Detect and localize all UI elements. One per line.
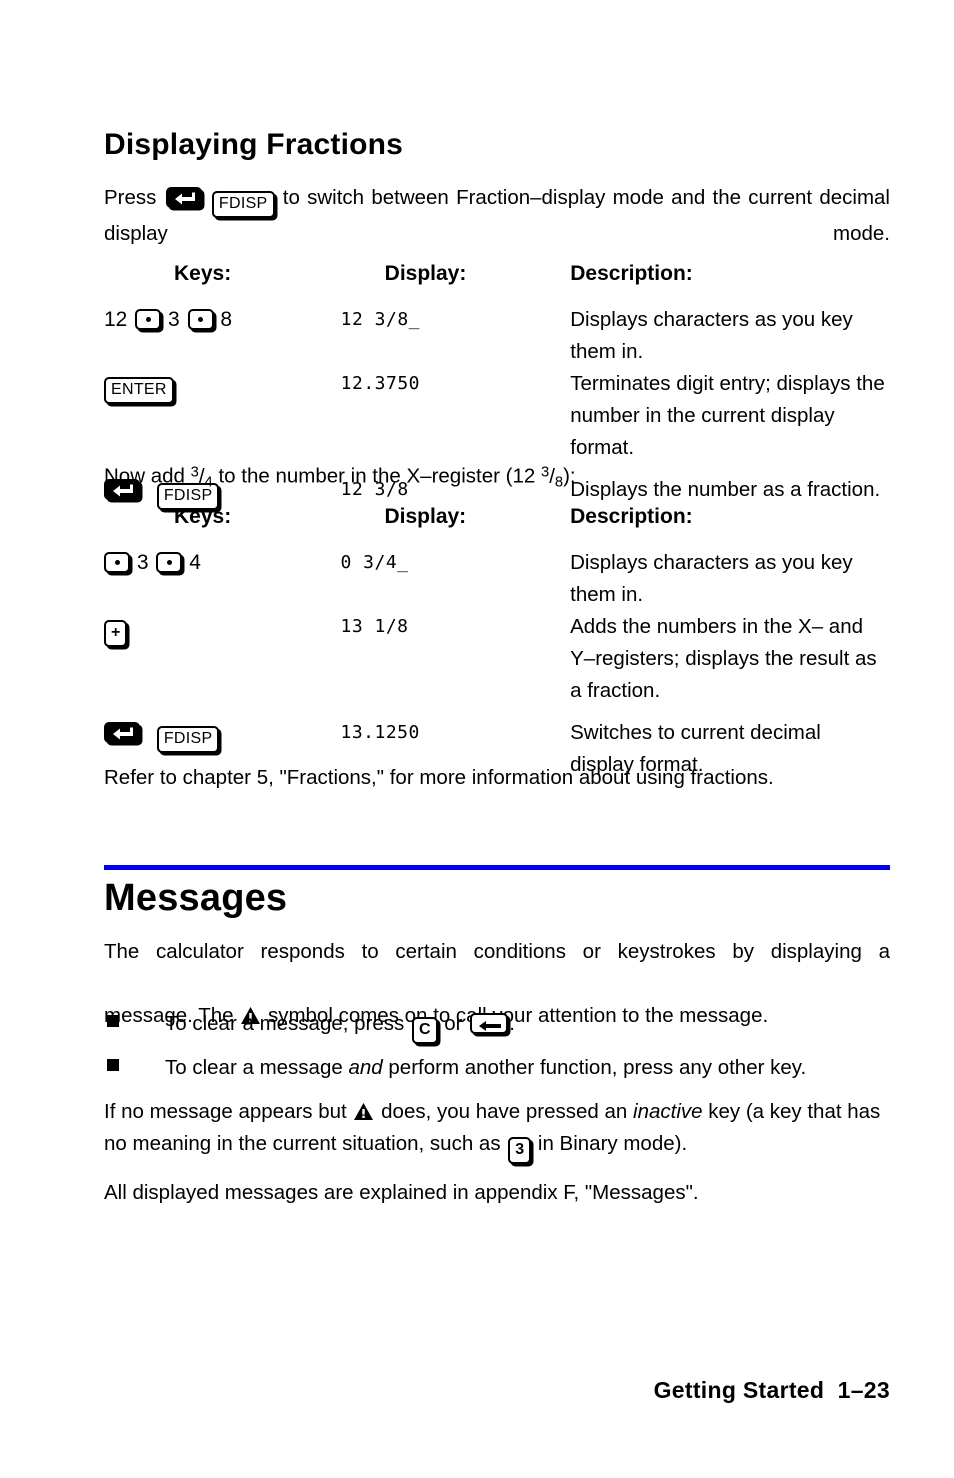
bullet2-emphasis: and <box>348 1056 383 1079</box>
column-header-keys: Keys: <box>174 505 232 528</box>
column-header-description: Description: <box>570 505 693 528</box>
intro-text-before: Press <box>104 186 157 209</box>
list-item-text: To clear a message, press C or . <box>165 1008 890 1044</box>
bullet1-text-before: To clear a message, press <box>165 1012 405 1035</box>
footer-page-number: 1–23 <box>837 1377 890 1403</box>
page-title-messages: Messages <box>104 877 288 919</box>
transition-after: ): <box>563 464 576 488</box>
keys-cell: ENTER <box>104 368 333 464</box>
footer-chapter: Getting Started <box>653 1377 825 1403</box>
bullet-square-icon <box>104 1052 165 1084</box>
bullet-list: To clear a message, press C or . To clea… <box>104 1008 890 1084</box>
page-content: Displaying Fractions Press FDISP to swit… <box>104 0 890 1478</box>
description-cell: Terminates digit entry; displays the num… <box>570 372 885 459</box>
section-divider-rule <box>104 865 890 870</box>
transition-middle: to the number in the X–register (12 <box>218 464 536 488</box>
fraction-numerator: 3 <box>190 464 199 480</box>
bullet1-text-after: . <box>509 1012 515 1035</box>
description-cell: Adds the numbers in the X– and Y–registe… <box>570 615 877 702</box>
three-key[interactable]: 3 <box>508 1137 532 1164</box>
keys-cell: + <box>104 611 332 707</box>
decimal-point-icon[interactable] <box>135 309 162 330</box>
table-header-row: Keys: Display: Description: <box>104 505 890 547</box>
list-item: To clear a message and perform another f… <box>104 1052 890 1084</box>
bullet-square-icon <box>104 1008 165 1044</box>
digit-3: 3 <box>136 551 149 574</box>
transition-before: Now add <box>104 464 185 488</box>
transition-paragraph: Now add 3/4 to the number in the X–regis… <box>104 456 890 498</box>
fraction-three-quarters: 3/4 <box>190 464 213 491</box>
display-cell: 12.3750 <box>340 373 421 394</box>
page-footer: Getting Started 1–23 <box>627 1350 890 1431</box>
column-header-description: Description: <box>570 262 693 285</box>
closing-paragraph: Refer to chapter 5, "Fractions," for mor… <box>104 766 774 789</box>
display-cell: 0 3/4_ <box>340 552 409 573</box>
page-title-displaying-fractions: Displaying Fractions <box>104 128 404 161</box>
fdisp-key[interactable]: FDISP <box>211 191 275 218</box>
decimal-point-icon[interactable] <box>187 309 214 330</box>
clear-key[interactable]: C <box>411 1017 438 1044</box>
column-header-display: Display: <box>384 262 467 285</box>
table-row: 12 3 8 12 3/8_ Displays characters as yo… <box>104 304 890 368</box>
digit-8: 8 <box>220 308 233 331</box>
table-row: 3 4 0 3/4_ Displays characters as you ke… <box>104 547 890 611</box>
fraction-numerator: 3 <box>540 464 550 480</box>
warning-triangle-icon <box>354 1098 374 1120</box>
description-cell: Displays characters as you key them in. <box>570 308 853 363</box>
fraction-denominator: 8 <box>554 474 564 491</box>
list-item-text: To clear a message and perform another f… <box>165 1052 890 1084</box>
shift-left-arrow-icon[interactable] <box>165 187 202 208</box>
bullet2-text-before: To clear a message <box>165 1056 343 1079</box>
digit-4: 4 <box>189 551 201 574</box>
bullet1-text-middle: or <box>444 1012 463 1035</box>
enter-key[interactable]: ENTER <box>104 377 174 404</box>
keys-cell: 3 4 <box>104 547 332 611</box>
fraction-denominator: 4 <box>204 474 213 491</box>
decimal-point-icon[interactable] <box>104 552 130 573</box>
decimal-point-icon[interactable] <box>156 552 183 573</box>
keys-display-description-table-2: Keys: Display: Description: 3 4 0 3/4_ D… <box>104 505 890 781</box>
table-header-row: Keys: Display: Description: <box>104 262 890 304</box>
digit-12: 12 <box>104 308 128 331</box>
keys-cell: 12 3 8 <box>104 304 333 368</box>
para2-a: If no message appears but <box>104 1100 347 1123</box>
para2-emphasis: inactive <box>633 1100 703 1123</box>
column-header-display: Display: <box>384 505 467 528</box>
plus-key[interactable]: + <box>104 620 128 647</box>
display-cell: 12 3/8_ <box>340 309 421 330</box>
digit-3: 3 <box>168 308 180 331</box>
messages-paragraph-3: All displayed messages are explained in … <box>104 1181 699 1204</box>
table-row: ENTER 12.3750 Terminates digit entry; di… <box>104 368 890 464</box>
fraction-three-eighths: 3/8 <box>540 464 564 491</box>
display-cell: 13 1/8 <box>340 616 409 637</box>
para2-b: does, you have pressed an <box>381 1100 628 1123</box>
description-cell: Displays characters as you key them in. <box>570 551 853 606</box>
fdisp-key[interactable]: FDISP <box>156 726 220 753</box>
column-header-keys: Keys: <box>174 262 232 285</box>
bullet2-text-after: perform another function, press any othe… <box>388 1056 807 1079</box>
table-row: + 13 1/8 Adds the numbers in the X– and … <box>104 611 890 707</box>
para2-d: in Binary mode). <box>537 1132 688 1155</box>
messages-paragraph-2: If no message appears but does, you have… <box>104 1096 890 1164</box>
shift-left-arrow-icon[interactable] <box>104 722 140 743</box>
backspace-arrow-icon[interactable] <box>470 1013 509 1034</box>
messages-para1-line1: The calculator responds to certain condi… <box>104 940 890 963</box>
list-item: To clear a message, press C or . <box>104 1008 890 1044</box>
